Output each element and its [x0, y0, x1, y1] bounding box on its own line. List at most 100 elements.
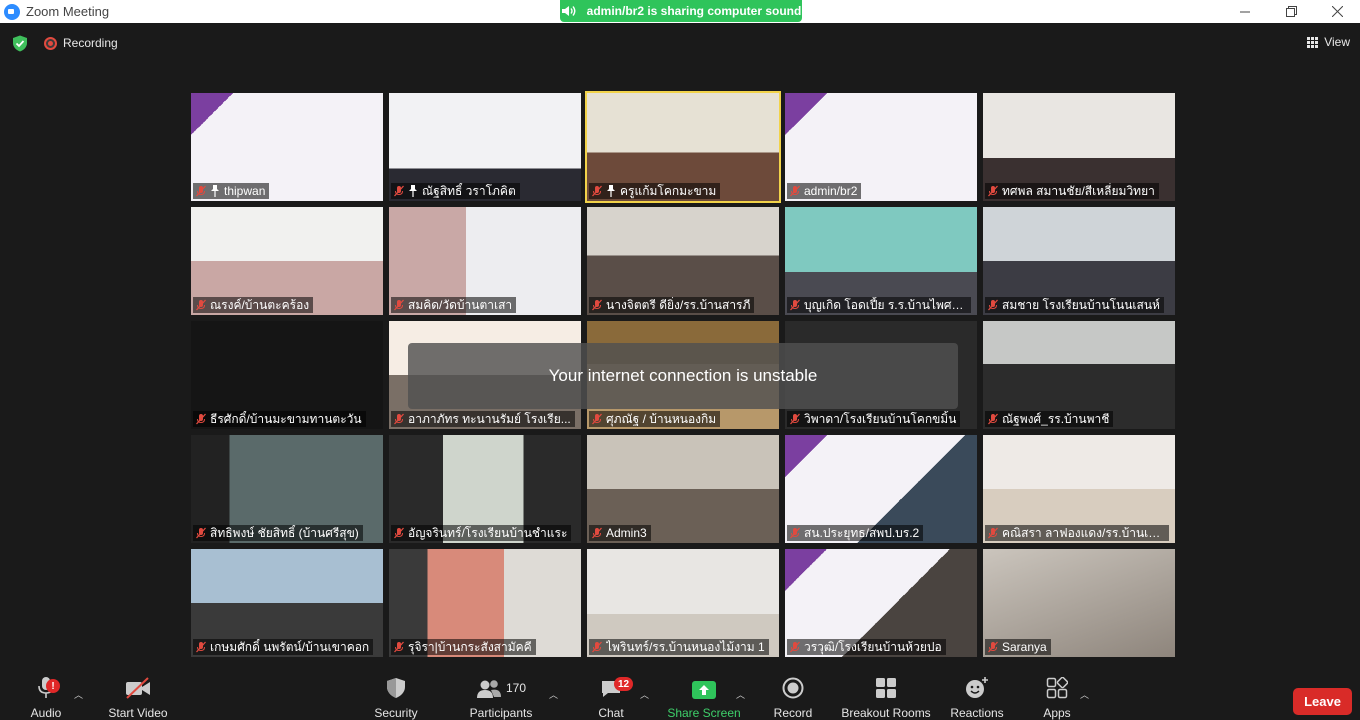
participant-name: thipwan — [224, 184, 266, 198]
chat-button[interactable]: Chat 12 — [592, 672, 634, 720]
video-tile[interactable]: บุญเกิด โอดเปี้ย ร.ร.บ้านไพศาลส... — [785, 207, 977, 315]
video-tile[interactable]: Admin3 — [587, 435, 779, 543]
video-tile[interactable]: ณรงค์/บ้านตะคร้อง — [191, 207, 383, 315]
muted-mic-icon — [592, 413, 602, 425]
participants-count: 170 — [505, 681, 527, 695]
video-tile[interactable]: Saranya — [983, 549, 1175, 657]
audio-button[interactable]: Audio ! — [22, 672, 70, 720]
video-tile[interactable]: ไพรินทร์/รร.บ้านหนองไม้งาม 1 — [587, 549, 779, 657]
connection-warning-text: Your internet connection is unstable — [548, 366, 818, 385]
video-tile[interactable]: ธีรศักดิ์/บ้านมะขามทานตะวัน — [191, 321, 383, 429]
share-screen-button[interactable]: Share Screen — [667, 672, 741, 720]
muted-mic-icon — [592, 185, 602, 197]
muted-mic-icon — [196, 641, 206, 653]
participant-name-tag: thipwan — [193, 183, 270, 199]
share-screen-options-caret[interactable]: ︿ — [736, 688, 745, 701]
participant-name-tag: สมคิด/วัดบ้านตาเสา — [391, 297, 517, 313]
video-tile[interactable]: สมชาย โรงเรียนบ้านโนนเสนห์ — [983, 207, 1175, 315]
video-tile[interactable]: อัญจรินทร์/โรงเรียนบ้านชำแระ — [389, 435, 581, 543]
security-button[interactable]: Security — [370, 672, 422, 720]
muted-mic-icon — [394, 527, 404, 539]
breakout-rooms-button[interactable]: Breakout Rooms — [840, 672, 932, 720]
video-tile[interactable]: คณิสรา ลาฟองแดง/รร.บ้านเพช... — [983, 435, 1175, 543]
chat-options-caret[interactable]: ︿ — [640, 688, 649, 701]
video-tile[interactable]: ณัฐพงศ์_รร.บ้านพาชี — [983, 321, 1175, 429]
leave-button[interactable]: Leave — [1293, 688, 1352, 715]
chat-label: Chat — [598, 706, 624, 720]
muted-mic-icon — [196, 299, 206, 311]
minimize-icon — [1240, 11, 1250, 12]
video-tile[interactable]: สน.ประยุทธ/สพป.บร.2 — [785, 435, 977, 543]
participant-name-tag: ทศพล สมานชัย/สีเหลี่ยมวิทยา — [985, 183, 1159, 199]
participant-name: admin/br2 — [804, 184, 858, 198]
reactions-button[interactable]: Reactions — [948, 672, 1006, 720]
participant-name: อัญจรินทร์/โรงเรียนบ้านชำแระ — [408, 525, 568, 540]
pin-icon — [211, 185, 219, 197]
video-tile[interactable]: thipwan — [191, 93, 383, 201]
video-tile[interactable]: นางจิตตรี ดียิ่ง/รร.บ้านสารภี — [587, 207, 779, 315]
record-label: Record — [773, 706, 813, 720]
view-button[interactable]: View — [1307, 35, 1350, 49]
grid-view-icon — [1307, 36, 1319, 48]
restore-icon — [1285, 6, 1297, 17]
participant-name: Saranya — [1002, 640, 1047, 654]
participant-name: บุญเกิด โอดเปี้ย ร.ร.บ้านไพศาลส... — [804, 297, 967, 312]
muted-mic-icon — [790, 527, 800, 539]
reaction-smiley-icon — [966, 677, 988, 698]
participant-name-tag: นางจิตตรี ดียิ่ง/รร.บ้านสารภี — [589, 297, 755, 313]
video-tile[interactable]: สมคิด/วัดบ้านตาเสา — [389, 207, 581, 315]
participant-name: เกษมศักดิ์ นพรัตน์/บ้านเขาคอก — [210, 639, 370, 654]
muted-mic-icon — [394, 641, 404, 653]
record-button[interactable]: Record — [770, 672, 816, 720]
video-tile[interactable]: รุจิรา|บ้านกระสังสามัคคี — [389, 549, 581, 657]
video-tile[interactable]: ทศพล สมานชัย/สีเหลี่ยมวิทยา — [983, 93, 1175, 201]
participants-button[interactable]: 170 Participants — [466, 672, 536, 720]
video-tile[interactable]: admin/br2 — [785, 93, 977, 201]
recording-indicator[interactable]: Recording — [44, 36, 118, 50]
audio-label: Audio — [30, 706, 62, 720]
participant-name-tag: Admin3 — [589, 525, 651, 541]
participants-options-caret[interactable]: ︿ — [549, 688, 558, 701]
audio-options-caret[interactable]: ︿ — [74, 688, 83, 701]
breakout-rooms-icon — [876, 678, 896, 698]
video-tile[interactable]: เกษมศักดิ์ นพรัตน์/บ้านเขาคอก — [191, 549, 383, 657]
connection-warning-toast: Your internet connection is unstable — [408, 343, 958, 409]
video-tile[interactable]: สิทธิพงษ์ ชัยสิทธิ์ (บ้านศรีสุข) — [191, 435, 383, 543]
muted-mic-icon — [394, 413, 404, 425]
share-screen-label: Share Screen — [667, 706, 741, 720]
video-tile[interactable]: ณัฐสิทธิ์ วราโภคิต — [389, 93, 581, 201]
video-tile[interactable]: วรวุฒิ/โรงเรียนบ้านห้วยปอ — [785, 549, 977, 657]
muted-mic-icon — [196, 413, 206, 425]
shield-icon — [387, 678, 405, 698]
participant-name-tag: คณิสรา ลาฟองแดง/รร.บ้านเพช... — [985, 525, 1169, 541]
restore-button[interactable] — [1268, 0, 1314, 23]
pin-icon — [607, 185, 615, 197]
sharing-sound-banner[interactable]: admin/br2 is sharing computer sound — [560, 0, 802, 22]
participant-name-tag: ไพรินทร์/รร.บ้านหนองไม้งาม 1 — [589, 639, 769, 655]
security-shield-icon[interactable] — [12, 35, 28, 52]
muted-mic-icon — [592, 641, 602, 653]
muted-mic-icon — [988, 527, 998, 539]
muted-mic-icon — [196, 185, 206, 197]
participant-name-tag: รุจิรา|บ้านกระสังสามัคคี — [391, 639, 536, 655]
participant-name-tag: วรวุฒิ/โรงเรียนบ้านห้วยปอ — [787, 639, 946, 655]
apps-button[interactable]: Apps — [1038, 672, 1076, 720]
window-controls — [1222, 0, 1360, 23]
muted-mic-icon — [988, 413, 998, 425]
start-video-button[interactable]: Start Video — [104, 672, 172, 720]
video-tile[interactable]: ครูแก้มโคกมะขาม — [585, 91, 781, 203]
minimize-button[interactable] — [1222, 0, 1268, 23]
security-label: Security — [374, 706, 418, 720]
muted-mic-icon — [988, 641, 998, 653]
record-icon — [782, 677, 804, 699]
muted-mic-icon — [196, 527, 206, 539]
participant-name: ไพรินทร์/รร.บ้านหนองไม้งาม 1 — [606, 639, 765, 654]
muted-mic-icon — [988, 185, 998, 197]
participant-name: สมคิด/วัดบ้านตาเสา — [408, 297, 513, 312]
apps-options-caret[interactable]: ︿ — [1080, 688, 1089, 701]
close-window-button[interactable] — [1314, 0, 1360, 23]
recording-dot-icon — [44, 36, 57, 50]
participant-name: สิทธิพงษ์ ชัยสิทธิ์ (บ้านศรีสุข) — [210, 525, 359, 540]
participant-name-tag: เกษมศักดิ์ นพรัตน์/บ้านเขาคอก — [193, 639, 374, 655]
participant-name-tag: ครูแก้มโคกมะขาม — [589, 183, 721, 199]
